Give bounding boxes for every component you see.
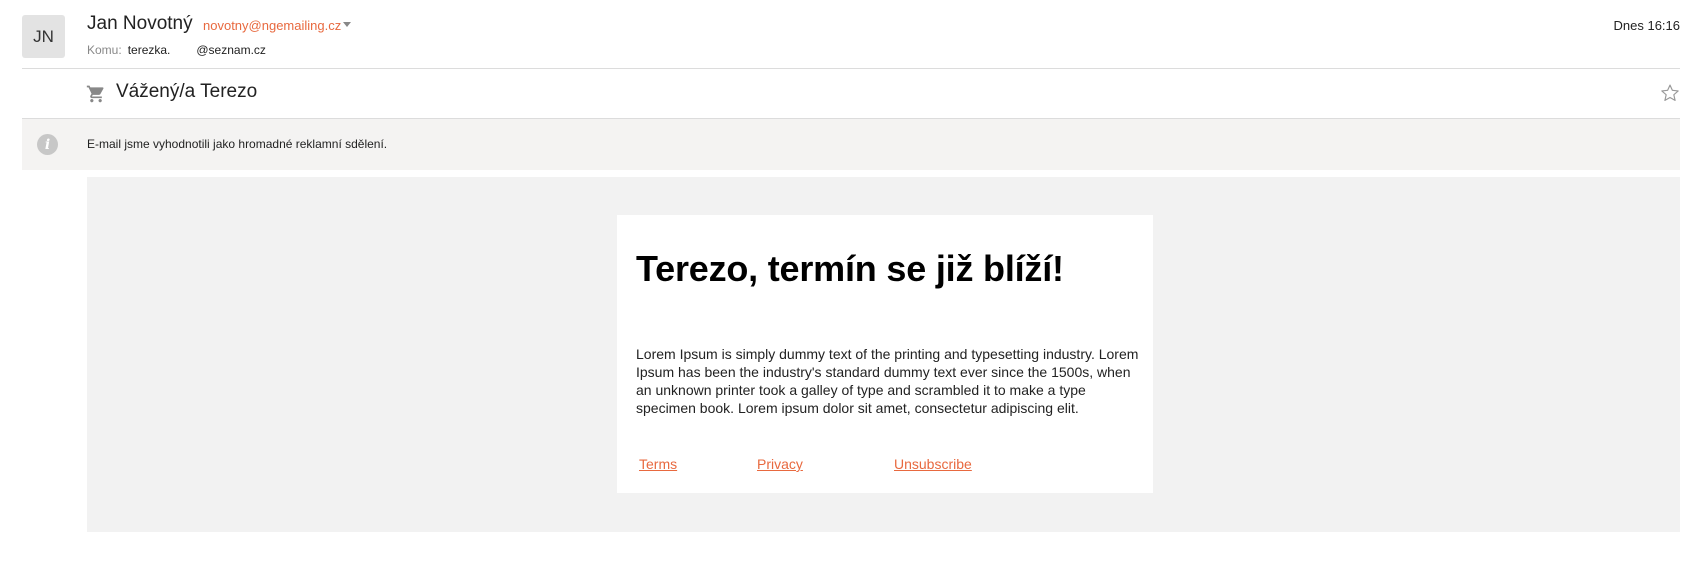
to-label: Komu:	[87, 43, 122, 57]
sender-email[interactable]: novotny@ngemailing.cz	[203, 18, 341, 33]
email-content: Terezo, termín se již blíží! Lorem Ipsum…	[87, 177, 1680, 532]
email-body: Lorem Ipsum is simply dummy text of the …	[636, 346, 1139, 416]
recipient-domain[interactable]: @seznam.cz	[196, 43, 266, 57]
avatar: JN	[22, 15, 65, 58]
terms-link[interactable]: Terms	[639, 456, 677, 472]
chevron-down-icon[interactable]	[343, 22, 351, 27]
message-header: JN Jan Novotný novotny@ngemailing.cz Kom…	[0, 0, 1702, 68]
sender-name[interactable]: Jan Novotný	[87, 13, 193, 35]
recipient-row: Komu: terezka. @seznam.cz	[87, 43, 266, 57]
email-card: Terezo, termín se již blíží! Lorem Ipsum…	[617, 215, 1153, 493]
info-bar: i E-mail jsme vyhodnotili jako hromadné …	[22, 119, 1680, 170]
message-date: Dnes 16:16	[1613, 18, 1681, 33]
info-text: E-mail jsme vyhodnotili jako hromadné re…	[87, 137, 388, 151]
star-icon[interactable]	[1660, 83, 1680, 103]
recipient-user[interactable]: terezka.	[128, 43, 171, 57]
email-heading: Terezo, termín se již blíží!	[636, 248, 1064, 289]
subject-title: Vážený/a Terezo	[116, 81, 258, 102]
subject-row: Vážený/a Terezo	[0, 69, 1702, 118]
info-icon: i	[37, 134, 58, 155]
unsubscribe-link[interactable]: Unsubscribe	[894, 456, 972, 472]
cart-icon	[86, 85, 104, 103]
privacy-link[interactable]: Privacy	[757, 456, 803, 472]
